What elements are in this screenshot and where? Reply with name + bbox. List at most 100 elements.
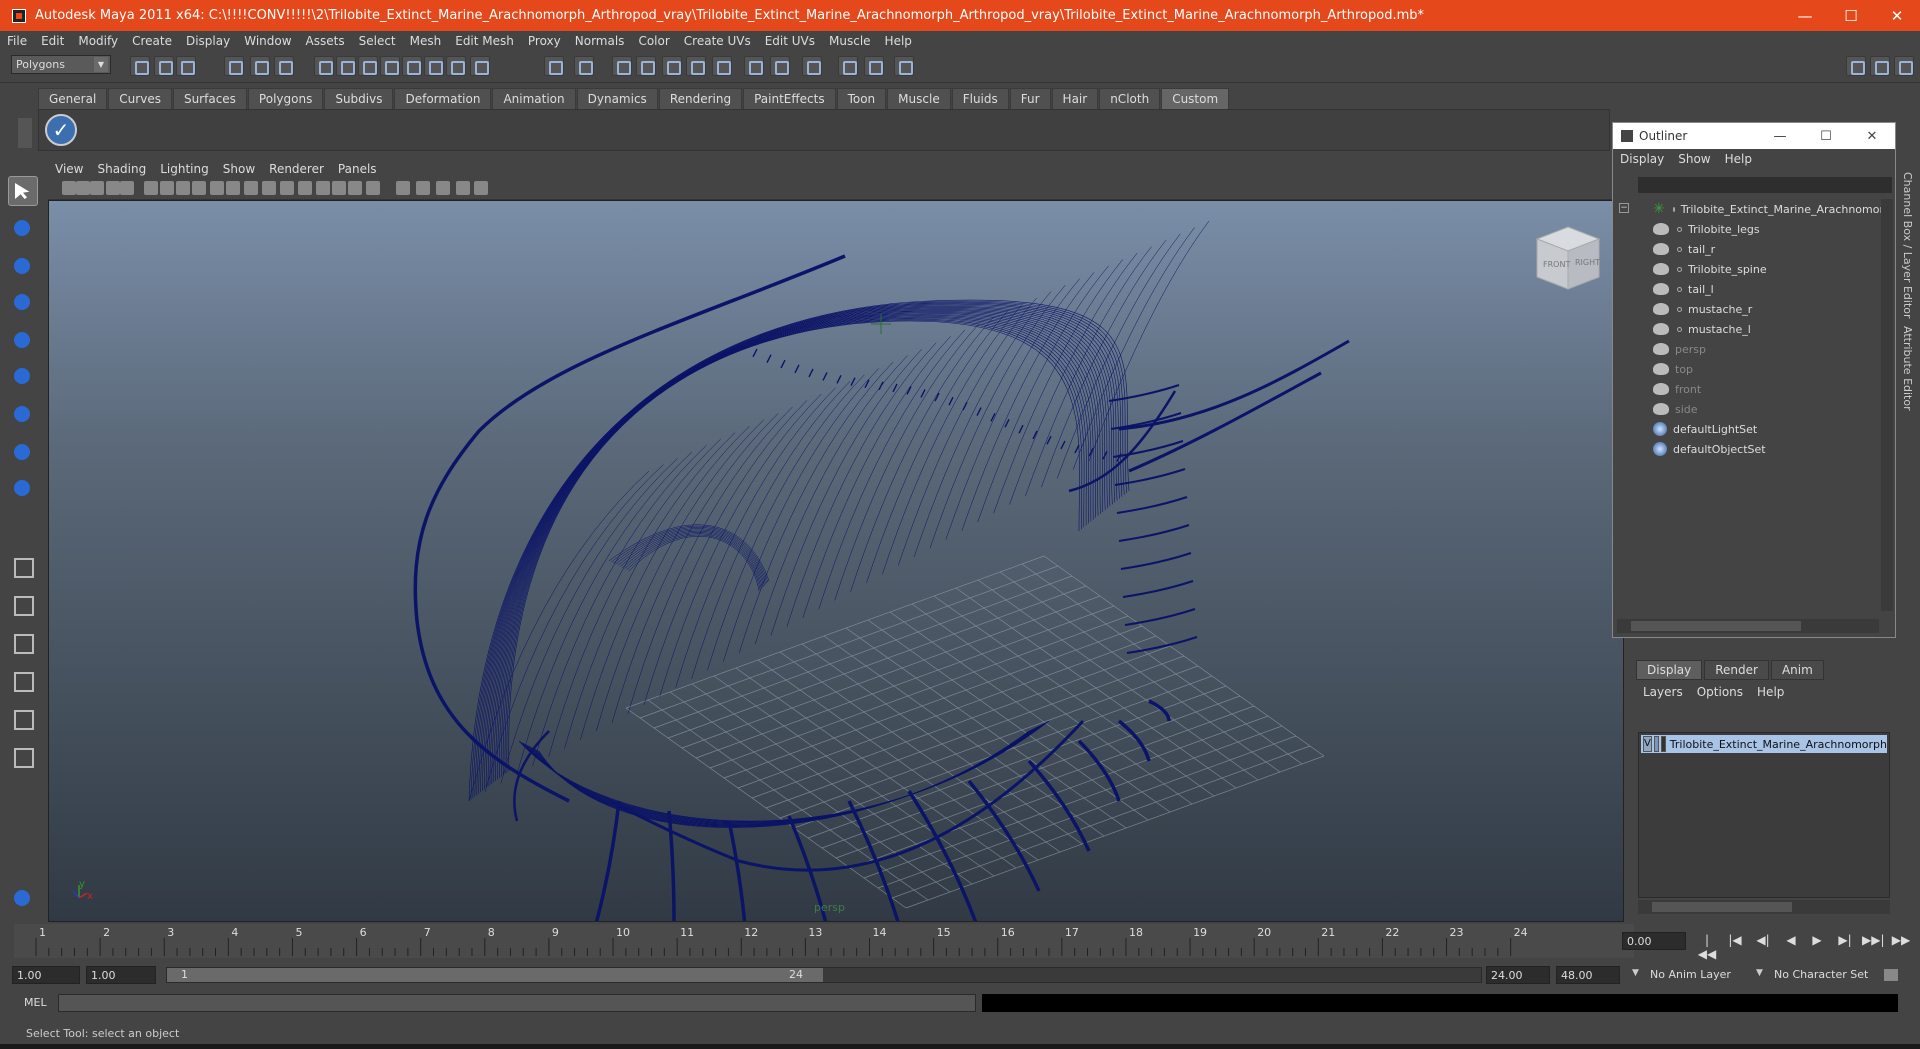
smooth-shade-icon[interactable]	[226, 181, 240, 195]
lock-selection-icon[interactable]	[314, 56, 334, 76]
hypershade-icon[interactable]	[712, 56, 732, 76]
ipr-render-icon[interactable]	[662, 56, 682, 76]
outliner-item[interactable]: top	[1613, 359, 1883, 379]
outliner-menu-help[interactable]: Help	[1718, 152, 1759, 166]
grid-toggle-icon[interactable]	[120, 181, 134, 195]
menu-display[interactable]: Display	[179, 34, 237, 48]
layer-color-swatch[interactable]	[1661, 736, 1666, 752]
menu-assets[interactable]: Assets	[299, 34, 352, 48]
select-tool-icon[interactable]	[8, 176, 38, 206]
shelf-tab-muscle[interactable]: Muscle	[887, 88, 951, 109]
shelf-options-handle[interactable]	[18, 118, 32, 148]
menu-muscle[interactable]: Muscle	[822, 34, 878, 48]
menu-edit-uvs[interactable]: Edit UVs	[758, 34, 822, 48]
character-set-dropdown[interactable]: No Character Set	[1774, 968, 1868, 981]
anim-layer-chevron-icon[interactable]: ▼	[1632, 968, 1639, 978]
quick-layout-icon[interactable]	[8, 884, 38, 914]
snap-plane-icon[interactable]	[402, 56, 422, 76]
last-tool-icon[interactable]	[8, 474, 38, 504]
outliner-maximize-button[interactable]: ☐	[1803, 129, 1849, 144]
outliner-layout-icon[interactable]	[8, 704, 38, 734]
help-icon[interactable]	[470, 56, 490, 76]
go-to-end-button[interactable]: ▶▶	[1890, 933, 1912, 951]
shelf-tab-surfaces[interactable]: Surfaces	[172, 88, 247, 109]
layer-tab-render[interactable]: Render	[1704, 660, 1769, 680]
close-button[interactable]: ✕	[1874, 0, 1920, 31]
selection-mask-icon[interactable]	[574, 56, 594, 76]
shelf-tab-fluids[interactable]: Fluids	[951, 88, 1009, 109]
shelf-tab-custom[interactable]: Custom	[1161, 88, 1230, 109]
shelf-tab-ncloth[interactable]: nCloth	[1099, 88, 1161, 109]
move-tool-icon[interactable]	[8, 288, 38, 318]
step-back-frame-button[interactable]: ◀|	[1752, 933, 1774, 951]
xray-icon[interactable]	[298, 181, 312, 195]
outliner-toggle-icon[interactable]	[894, 56, 914, 76]
magnet-icon[interactable]	[544, 56, 564, 76]
outliner-filter-input[interactable]	[1638, 177, 1892, 193]
play-backwards-button[interactable]: ◀	[1780, 933, 1802, 951]
menu-modify[interactable]: Modify	[71, 34, 125, 48]
menu-help[interactable]: Help	[878, 34, 919, 48]
resolution-gate-icon[interactable]	[160, 181, 174, 195]
step-forward-frame-button[interactable]: ▶|	[1834, 933, 1856, 951]
outliner-minimize-button[interactable]: —	[1757, 129, 1803, 144]
perspective-viewport[interactable]: y x persp FRONT RIGHT	[48, 200, 1624, 922]
outliner-item[interactable]: Trilobite_legs	[1613, 219, 1883, 239]
panel-menu-panels[interactable]: Panels	[331, 162, 384, 176]
maximize-button[interactable]: ☐	[1828, 0, 1874, 31]
single-pane-layout-icon[interactable]	[8, 552, 38, 582]
shelf-tab-hair[interactable]: Hair	[1051, 88, 1099, 109]
menu-color[interactable]: Color	[631, 34, 676, 48]
history-icon[interactable]	[446, 56, 466, 76]
menu-create[interactable]: Create	[125, 34, 179, 48]
render-frame-icon[interactable]	[636, 56, 656, 76]
snap-surface-icon[interactable]	[424, 56, 444, 76]
outliner-item[interactable]: mustache_l	[1613, 319, 1883, 339]
high-quality-icon[interactable]	[436, 181, 450, 195]
outliner-item[interactable]: side	[1613, 399, 1883, 419]
camera-attr-icon[interactable]	[76, 181, 90, 195]
select-object-icon[interactable]	[250, 56, 270, 76]
layer-menu-help[interactable]: Help	[1750, 685, 1791, 699]
film-gate-icon[interactable]	[144, 181, 158, 195]
render-view-icon[interactable]	[612, 56, 632, 76]
attribute-editor-tab[interactable]: Attribute Editor	[1901, 326, 1914, 411]
snap-curve-icon[interactable]	[358, 56, 378, 76]
shelf-tab-subdivs[interactable]: Subdivs	[324, 88, 394, 109]
shelf-tab-fur[interactable]: Fur	[1009, 88, 1051, 109]
outliner-item[interactable]: persp	[1613, 339, 1883, 359]
menu-set-dropdown[interactable]: Polygons ▼	[11, 55, 111, 74]
outliner-close-button[interactable]: ✕	[1849, 129, 1895, 144]
outliner-item[interactable]: tail_r	[1613, 239, 1883, 259]
layer-horizontal-scrollbar[interactable]	[1638, 900, 1890, 914]
panel-menu-show[interactable]: Show	[216, 162, 262, 176]
character-set-chevron-icon[interactable]: ▼	[1756, 968, 1763, 978]
range-slider-handle[interactable]: 1 24	[167, 968, 823, 982]
range-slider[interactable]: 1 24	[166, 967, 1482, 983]
toggle-attribute-editor-icon[interactable]	[1846, 56, 1866, 76]
outliner-item[interactable]: defaultObjectSet	[1613, 439, 1883, 459]
lasso-tool-icon[interactable]	[8, 214, 38, 244]
textured-icon[interactable]	[244, 181, 258, 195]
graph-layout-icon[interactable]	[8, 666, 38, 696]
frame-selected-icon[interactable]	[366, 181, 380, 195]
menu-mesh[interactable]: Mesh	[403, 34, 449, 48]
menu-edit[interactable]: Edit	[34, 34, 71, 48]
command-language-label[interactable]: MEL	[24, 996, 47, 1009]
display-layer-row[interactable]: V Trilobite_Extinct_Marine_Arachnomorph	[1641, 735, 1887, 753]
panel-menu-renderer[interactable]: Renderer	[262, 162, 331, 176]
manipulator-tool-icon[interactable]	[8, 400, 38, 430]
new-scene-icon[interactable]	[130, 56, 150, 76]
playback-end-field[interactable]: 24.00	[1486, 966, 1550, 984]
motion-blur-icon[interactable]	[474, 181, 488, 195]
time-slider[interactable]: 1 2 3 4 5 6 7 8 9 10 11 12 13 14 15 16 17 18 19 20 21 22 23 24	[14, 924, 1634, 958]
one-side-icon[interactable]	[416, 181, 430, 195]
safe-title-icon[interactable]	[192, 181, 206, 195]
input-ops-icon[interactable]	[744, 56, 764, 76]
layer-tab-display[interactable]: Display	[1636, 660, 1703, 680]
lights-icon[interactable]	[262, 181, 276, 195]
viewcube[interactable]: FRONT RIGHT	[1533, 223, 1603, 293]
image-plane-icon[interactable]	[106, 181, 120, 195]
outliner-menu-display[interactable]: Display	[1613, 152, 1671, 166]
shelf-tab-curves[interactable]: Curves	[108, 88, 172, 109]
